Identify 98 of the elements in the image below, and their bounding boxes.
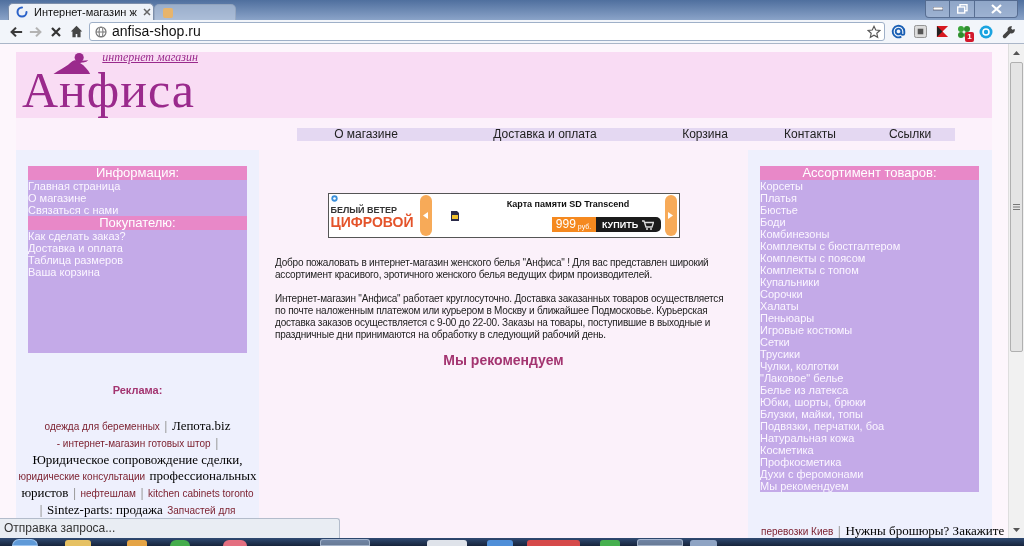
ad-link[interactable]: одежда для беременных bbox=[44, 421, 160, 432]
menu-link[interactable]: Блузки, майки, топы bbox=[760, 408, 863, 420]
stop-icon bbox=[51, 26, 61, 37]
start-button[interactable] bbox=[12, 539, 38, 546]
sd-card-icon bbox=[450, 210, 459, 221]
ad-link[interactable]: - интернет-магазин готовых штор bbox=[56, 438, 211, 449]
triangle-down-icon bbox=[1013, 528, 1020, 532]
product-title: Карта памяти SD Transcend bbox=[506, 199, 630, 210]
brand-logo-text: ЦИФРОВОЙ bbox=[330, 215, 414, 230]
menu-link[interactable]: Трусики bbox=[760, 348, 801, 360]
app-icon[interactable] bbox=[170, 540, 190, 546]
menu-link[interactable]: Чулки, колготки bbox=[760, 360, 839, 372]
close-button[interactable] bbox=[975, 0, 1018, 18]
ad-link[interactable]: перевозки Киев bbox=[761, 526, 834, 537]
ad-link[interactable]: юридические консультации bbox=[18, 471, 146, 482]
menu-heading: Информация: bbox=[28, 166, 247, 180]
logo-text: Анфиса bbox=[22, 64, 196, 118]
restore-icon bbox=[956, 4, 968, 14]
menu-link[interactable]: Пеньюары bbox=[760, 312, 815, 324]
nav-link[interactable]: О магазине bbox=[334, 128, 398, 141]
menu-link[interactable]: Боди bbox=[760, 216, 786, 228]
menu-link[interactable]: Мы рекомендуем bbox=[760, 480, 849, 492]
close-icon[interactable] bbox=[142, 8, 151, 16]
app-icon[interactable] bbox=[223, 540, 247, 546]
menu-link[interactable]: "Лаковое" белье bbox=[760, 372, 844, 384]
globe-icon bbox=[95, 25, 107, 38]
menu-link[interactable]: Сорочки bbox=[760, 288, 803, 300]
brand-logo-text: БЕЛЫЙ ВЕТЕР bbox=[330, 205, 398, 215]
menu-link[interactable]: Натуральная кожа bbox=[760, 432, 855, 444]
taskbar-button[interactable] bbox=[320, 539, 370, 546]
menu-link[interactable]: Комплекты с бюстгалтером bbox=[760, 240, 901, 252]
menu-link[interactable]: Комплекты с топом bbox=[760, 264, 859, 276]
menu-link[interactable]: Главная страница bbox=[28, 180, 121, 192]
notification-badge: 1 bbox=[965, 31, 974, 42]
menu-link[interactable]: Комплекты с поясом bbox=[760, 252, 866, 264]
nav-link[interactable]: Доставка и оплата bbox=[493, 128, 597, 141]
section-heading: Мы рекомендуем bbox=[443, 352, 564, 368]
menu-link[interactable]: Юбки, шорты, брюки bbox=[760, 396, 866, 408]
ad-link[interactable]: Запчастей для bbox=[167, 505, 236, 516]
menu-link[interactable]: Подвязки, перчатки, боа bbox=[760, 420, 885, 432]
menu-link[interactable]: Таблица размеров bbox=[28, 254, 124, 266]
at-sign-icon bbox=[890, 24, 906, 39]
grip-lines-icon bbox=[1013, 204, 1020, 210]
menu-link[interactable]: Профкосметика bbox=[760, 456, 842, 468]
menu-link[interactable]: Связаться с нами bbox=[28, 204, 119, 216]
ring-icon bbox=[979, 24, 993, 39]
cart-icon bbox=[642, 219, 655, 230]
nav-link[interactable]: Ссылки bbox=[888, 128, 932, 141]
nav-link[interactable]: Корзина bbox=[682, 128, 728, 141]
status-bar: Отправка запроса... bbox=[0, 518, 340, 538]
address-bar[interactable]: anfisa-shop.ru bbox=[89, 22, 885, 41]
menu-link[interactable]: Белье из латекса bbox=[760, 384, 849, 396]
arrow-right-icon bbox=[29, 24, 43, 39]
menu-link[interactable]: Косметика bbox=[760, 444, 814, 456]
tile-icon bbox=[913, 25, 927, 38]
triangle-left-icon bbox=[423, 212, 428, 219]
taskbar-button[interactable] bbox=[637, 539, 683, 546]
menu-link[interactable]: О магазине bbox=[28, 192, 87, 204]
menu-link[interactable]: Игровые костюмы bbox=[760, 324, 853, 336]
menu-link[interactable]: Бюстье bbox=[760, 204, 798, 216]
menu-link[interactable]: Сетки bbox=[760, 336, 790, 348]
menu-link[interactable]: Комбинезоны bbox=[760, 228, 830, 240]
menu-link[interactable]: Корсеты bbox=[760, 180, 803, 192]
price-text: 999 bbox=[555, 218, 576, 231]
menu-link[interactable]: Духи с феромонами bbox=[760, 468, 864, 480]
menu-link[interactable]: Платья bbox=[760, 192, 797, 204]
ad-heading: Реклама: bbox=[112, 384, 163, 397]
home-icon bbox=[69, 25, 83, 38]
logo-tagline: интернет магазин bbox=[102, 51, 198, 64]
menu-link[interactable]: Как сделать заказ? bbox=[28, 230, 126, 242]
menu-link[interactable]: Ваша корзина bbox=[28, 266, 100, 278]
menu-link[interactable]: Купальники bbox=[760, 276, 820, 288]
loading-spinner-icon bbox=[16, 6, 28, 18]
menu-link[interactable]: Доставка и оплата bbox=[28, 242, 123, 254]
scrollbar-thumb[interactable] bbox=[1010, 62, 1023, 352]
browser-tab[interactable]: Интернет-магазин ж bbox=[8, 3, 154, 20]
triangle-right-icon bbox=[668, 212, 673, 219]
intro-paragraph: Добро пожаловать в интернет-магазин женского белья "Анфиса" ! Для вас представлен широкий ассортимент красивого, эротичного женского белья ведущих фирм производителей. bbox=[275, 257, 710, 281]
flag-icon bbox=[935, 25, 949, 38]
arrow-left-icon bbox=[9, 24, 23, 39]
nav-link[interactable]: Контакты bbox=[784, 128, 836, 141]
page-icon bbox=[162, 6, 174, 19]
maximize-button[interactable] bbox=[950, 0, 975, 18]
menu-link[interactable]: Халаты bbox=[760, 300, 799, 312]
wrench-icon bbox=[1002, 24, 1016, 39]
close-icon bbox=[990, 4, 1002, 14]
badge-extension-button[interactable]: 1 bbox=[953, 21, 975, 42]
ad-link[interactable]: kitchen cabinets toronto bbox=[147, 488, 254, 499]
triangle-up-icon bbox=[1013, 51, 1020, 55]
intro-paragraph: Интернет-магазин "Анфиса" работает круглосуточно. Доставка заказанных товаров осуществляется по почте наложенным платежом или курьером в Москву и ближайшее Подмосковье. Курьерская доставка заказов осуществляется с 9-00 до 22-00. Заказы на товары, поступившие в выходные и праздничные дни принимаются на обработку в следующий рабочий день. bbox=[275, 293, 725, 341]
buy-button[interactable]: КУПИТЬ bbox=[595, 217, 661, 232]
minimize-icon bbox=[932, 7, 943, 11]
ad-text: одежда для беременных | Лепота.biz - интернет-магазин готовых штор | Юридическое сопровождение сделки, юридические консультации профессиональных юристов | нефтешлам | kitchen cabinets toronto | Sintez-parts: продажа Запчастей для bbox=[17, 417, 258, 518]
menu-heading: Ассортимент товаров: bbox=[760, 166, 979, 180]
menu-heading: Покупателю: bbox=[28, 216, 247, 230]
star-icon[interactable] bbox=[867, 24, 881, 39]
ad-link[interactable]: нефтешлам bbox=[80, 488, 136, 499]
ad-text: перевозки Киев | Нужны брошюры? Закажите bbox=[761, 522, 1005, 538]
